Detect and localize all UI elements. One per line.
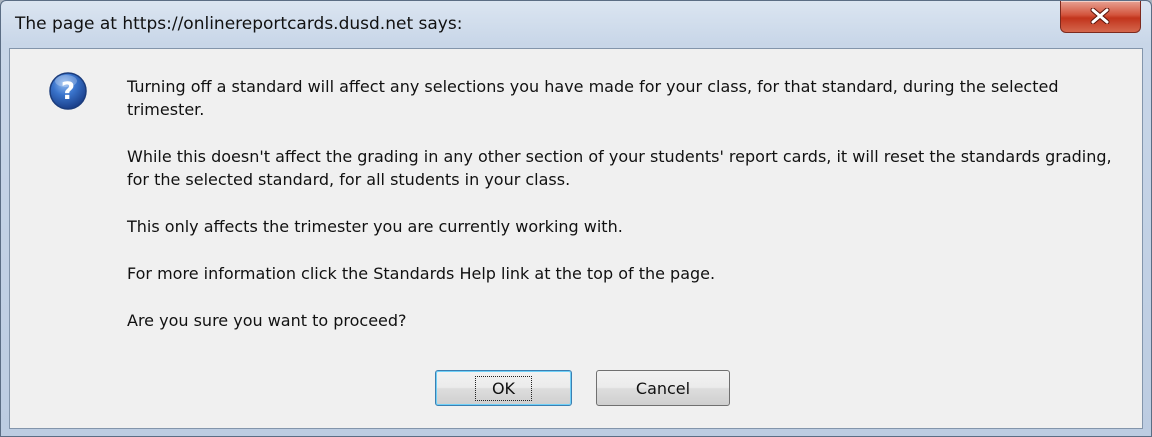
dialog-buttons: OK Cancel bbox=[10, 370, 1142, 410]
close-x-icon bbox=[1090, 8, 1110, 24]
dialog-message: Turning off a standard will affect any s… bbox=[127, 75, 1117, 356]
question-icon: ? bbox=[49, 72, 87, 110]
message-paragraph: Are you sure you want to proceed? bbox=[127, 311, 407, 330]
svg-text:?: ? bbox=[61, 77, 75, 105]
dialog-body: ? Turning off a standard will affect any… bbox=[9, 48, 1143, 429]
ok-button-label: OK bbox=[474, 375, 533, 401]
cancel-button[interactable]: Cancel bbox=[596, 370, 730, 406]
dialog-title: The page at https://onlinereportcards.du… bbox=[15, 14, 463, 34]
message-paragraph: While this doesn't affect the grading in… bbox=[127, 147, 1112, 189]
confirm-dialog: The page at https://onlinereportcards.du… bbox=[0, 0, 1152, 437]
dialog-titlebar[interactable]: The page at https://onlinereportcards.du… bbox=[1, 1, 1151, 47]
message-paragraph: For more information click the Standards… bbox=[127, 264, 716, 283]
message-paragraph: Turning off a standard will affect any s… bbox=[127, 77, 1059, 119]
ok-button[interactable]: OK bbox=[435, 370, 572, 406]
message-paragraph: This only affects the trimester you are … bbox=[127, 217, 623, 236]
close-button[interactable] bbox=[1060, 1, 1141, 33]
